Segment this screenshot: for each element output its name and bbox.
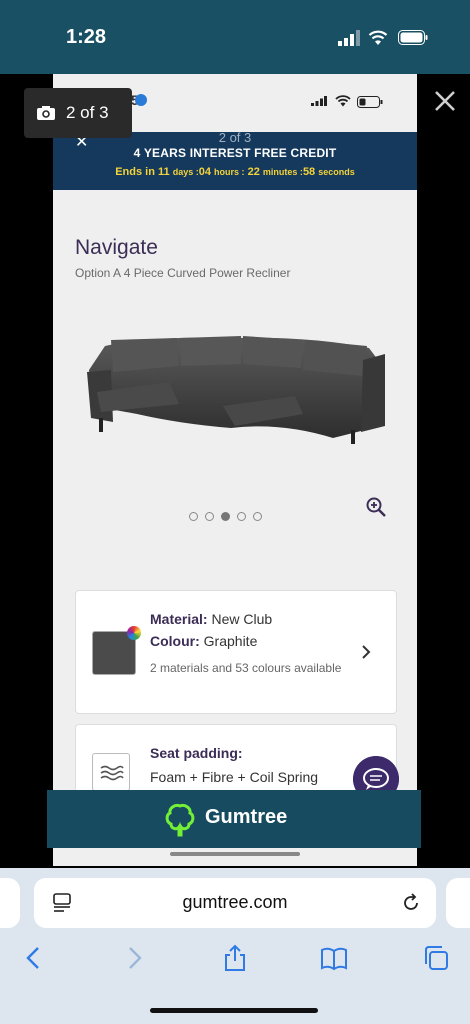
browser-toolbar: gumtree.com (0, 868, 470, 1024)
material-line: Material: New Club (150, 611, 272, 627)
gallery-pagination[interactable] (189, 512, 262, 521)
location-badge-icon (135, 94, 147, 106)
image-counter: 2 of 3 (24, 88, 132, 138)
gallery-dot[interactable] (205, 512, 214, 521)
countdown-hours: hours : (214, 167, 245, 177)
gumtree-banner[interactable]: Gumtree (47, 790, 421, 848)
material-label: Material: (150, 611, 208, 627)
colour-value: Graphite (203, 633, 258, 649)
material-value: New Club (211, 611, 273, 627)
gumtree-brand: Gumtree (205, 806, 288, 828)
battery-icon (398, 30, 428, 45)
countdown-timer: Ends in 11 days :04 hours : 22 minutes :… (53, 166, 417, 178)
material-colour-card[interactable]: Material: New Club Colour: Graphite 2 ma… (75, 590, 397, 714)
gumtree-tree-icon (165, 804, 195, 837)
gallery-dot[interactable] (189, 512, 198, 521)
gallery-dot[interactable] (253, 512, 262, 521)
countdown-days-num: 11 (158, 166, 170, 178)
promo-banner: ✕ 2 of 3 4 YEARS INTEREST FREE CREDIT En… (53, 130, 417, 190)
colour-swatch (92, 626, 141, 675)
seat-padding-value: Foam + Fibre + Coil Spring (150, 769, 319, 785)
close-viewer-icon[interactable] (430, 86, 460, 116)
url-text[interactable]: gumtree.com (34, 892, 436, 913)
inner-signal-icon (311, 96, 327, 106)
bookmarks-icon[interactable] (320, 944, 348, 972)
reload-icon[interactable] (400, 892, 422, 914)
colour-label: Colour: (150, 633, 200, 649)
home-indicator (150, 1008, 318, 1013)
listing-screenshot: 17:35 ✕ 2 of 3 4 YEARS INTEREST FREE CRE… (53, 74, 417, 866)
countdown-seconds-num: 58 (302, 166, 316, 178)
camera-icon (37, 106, 55, 120)
product-subtitle: Option A 4 Piece Curved Power Recliner (75, 266, 291, 280)
zoom-in-icon[interactable] (365, 496, 387, 518)
countdown-days: days : (172, 167, 199, 177)
forward-icon[interactable] (120, 944, 148, 972)
inner-home-indicator (170, 852, 300, 856)
banner-headline: 4 YEARS INTEREST FREE CREDIT (133, 146, 337, 160)
status-bar: 1:28 (0, 0, 470, 74)
next-tab-preview[interactable] (446, 878, 470, 928)
tabs-icon[interactable] (422, 944, 450, 972)
countdown-minutes-num: 22 (247, 166, 260, 178)
countdown-minutes: minutes : (262, 167, 303, 177)
chevron-right-icon[interactable] (360, 645, 372, 659)
product-title: Navigate (75, 236, 158, 259)
gallery-dot[interactable] (237, 512, 246, 521)
back-icon[interactable] (20, 944, 48, 972)
status-time: 1:28 (66, 26, 107, 48)
previous-tab-preview[interactable] (0, 878, 20, 928)
image-counter-text: 2 of 3 (66, 103, 109, 122)
cellular-signal-icon (338, 30, 360, 46)
address-bar[interactable]: gumtree.com (34, 878, 436, 928)
colour-line: Colour: Graphite (150, 633, 257, 649)
wifi-icon (368, 30, 388, 45)
availability-text: 2 materials and 53 colours available (150, 661, 342, 675)
inner-wifi-icon (335, 95, 351, 107)
countdown-seconds: seconds (318, 167, 355, 177)
colour-wheel-icon (127, 626, 141, 640)
countdown-label: Ends in (115, 166, 155, 178)
seat-padding-label: Seat padding: (150, 745, 243, 761)
waves-icon (92, 753, 130, 791)
gallery-dot-active[interactable] (221, 512, 230, 521)
countdown-hours-num: 04 (198, 166, 211, 178)
inner-battery-icon (357, 96, 383, 108)
sofa-product-image[interactable] (81, 330, 387, 460)
share-icon[interactable] (221, 944, 249, 972)
